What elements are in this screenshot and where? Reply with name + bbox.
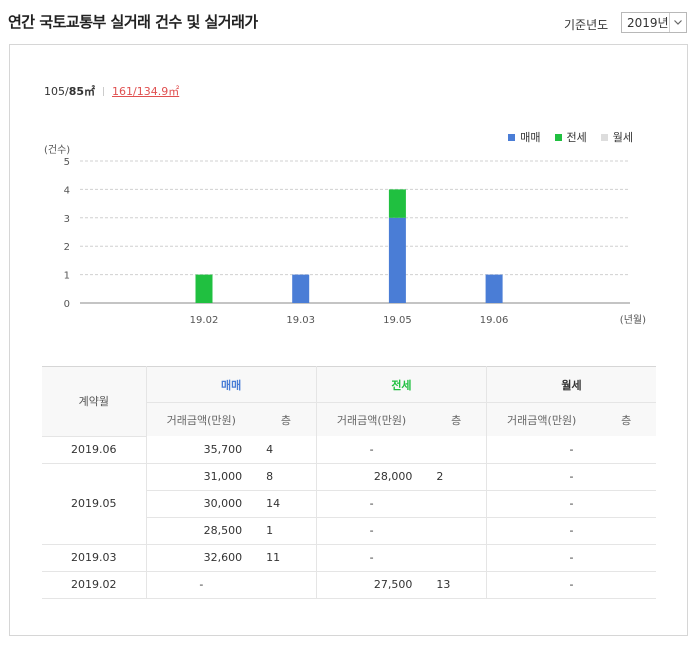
cell-jeonse-floor: [426, 517, 488, 545]
cell-jeonse-floor: 13: [426, 571, 488, 599]
y-tick-label: 2: [64, 242, 70, 253]
table-row: 2019.03 32,600 11- -: [42, 544, 656, 572]
cell-monthly: -: [486, 517, 656, 545]
col-month-header: 계약월: [42, 366, 147, 437]
y-tick-label: 5: [64, 157, 70, 168]
y-tick-label: 4: [64, 185, 70, 196]
cell-jeonse-floor: [426, 490, 488, 518]
cell-jeonse-price: -: [316, 436, 427, 464]
cell-monthly: -: [486, 463, 656, 491]
cell-monthly: -: [486, 436, 656, 464]
y-tick-label: 0: [64, 299, 70, 310]
cell-jeonse-price: -: [316, 544, 427, 572]
group-header-jeonse: 전세: [316, 366, 488, 403]
group-header-monthly: 월세: [486, 366, 656, 403]
cell-jeonse-price: 27,500: [316, 571, 427, 599]
cell-monthly: -: [486, 490, 656, 518]
x-tick-label: 19.05: [383, 315, 412, 326]
y-axis-label: (건수): [44, 144, 70, 156]
cell-monthly: -: [486, 544, 656, 572]
cell-jeonse-price: 28,000: [316, 463, 427, 491]
cell-sale-price: -: [146, 571, 257, 599]
x-tick-label: 19.06: [480, 315, 509, 326]
cell-month: 2019.06: [42, 436, 147, 464]
cell-jeonse-price: -: [316, 517, 427, 545]
table-row: 2019.02-27,500 13-: [42, 571, 656, 599]
sub-header-monthly-floor: 층: [596, 402, 656, 436]
y-tick-label: 3: [64, 214, 70, 225]
bar-19.05-전세[interactable]: [388, 189, 406, 218]
cell-jeonse-floor: 2: [426, 463, 488, 491]
table-row: 2019.05 31,000 8 28,000 2-: [42, 463, 656, 545]
cell-sale-price: 35,700: [146, 436, 257, 464]
sub-header-monthly-price: 거래금액(만원): [486, 402, 597, 436]
sub-header-sale-floor: 층: [256, 402, 317, 436]
cell-sale-floor: 14: [256, 490, 317, 518]
bar-19.06-매매[interactable]: [485, 274, 503, 303]
sub-header-jeonse-floor: 층: [426, 402, 488, 436]
sub-header-jeonse-price: 거래금액(만원): [316, 402, 427, 436]
cell-month: 2019.05: [42, 463, 147, 545]
cell-jeonse-floor: [426, 436, 488, 464]
cell-jeonse-floor: [426, 544, 488, 572]
cell-sale-floor: 1: [256, 517, 317, 545]
cell-sale-price: 32,600: [146, 544, 257, 572]
cell-sale-floor: [256, 571, 317, 599]
x-axis-label: (년월): [620, 314, 646, 326]
bar-19.05-매매[interactable]: [388, 217, 406, 303]
cell-sale-price: 30,000: [146, 490, 257, 518]
cell-sale-price: 31,000: [146, 463, 257, 491]
transaction-table: 계약월 매매 전세 월세 거래금액(만원) 층 거래금액(만원) 층 거래금액(…: [42, 366, 656, 599]
x-tick-label: 19.03: [286, 315, 315, 326]
cell-sale-price: 28,500: [146, 517, 257, 545]
table-row: 2019.06 35,700 4- -: [42, 436, 656, 464]
transaction-count-chart: (건수) 0 1 2 3 4 5 19.02 19.03 19.05 19.06 (년월): [44, 144, 646, 326]
cell-sale-floor: 8: [256, 463, 317, 491]
cell-monthly: -: [486, 571, 656, 599]
bar-19.03-매매[interactable]: [292, 274, 310, 303]
sub-header-sale-price: 거래금액(만원): [146, 402, 257, 436]
cell-sale-floor: 4: [256, 436, 317, 464]
group-header-sale: 매매: [146, 366, 317, 403]
x-tick-label: 19.02: [190, 315, 219, 326]
cell-sale-floor: 11: [256, 544, 317, 572]
cell-month: 2019.03: [42, 544, 147, 572]
cell-month: 2019.02: [42, 571, 147, 599]
y-tick-label: 1: [64, 271, 70, 282]
bar-19.02-전세[interactable]: [195, 274, 213, 303]
cell-jeonse-price: -: [316, 490, 427, 518]
